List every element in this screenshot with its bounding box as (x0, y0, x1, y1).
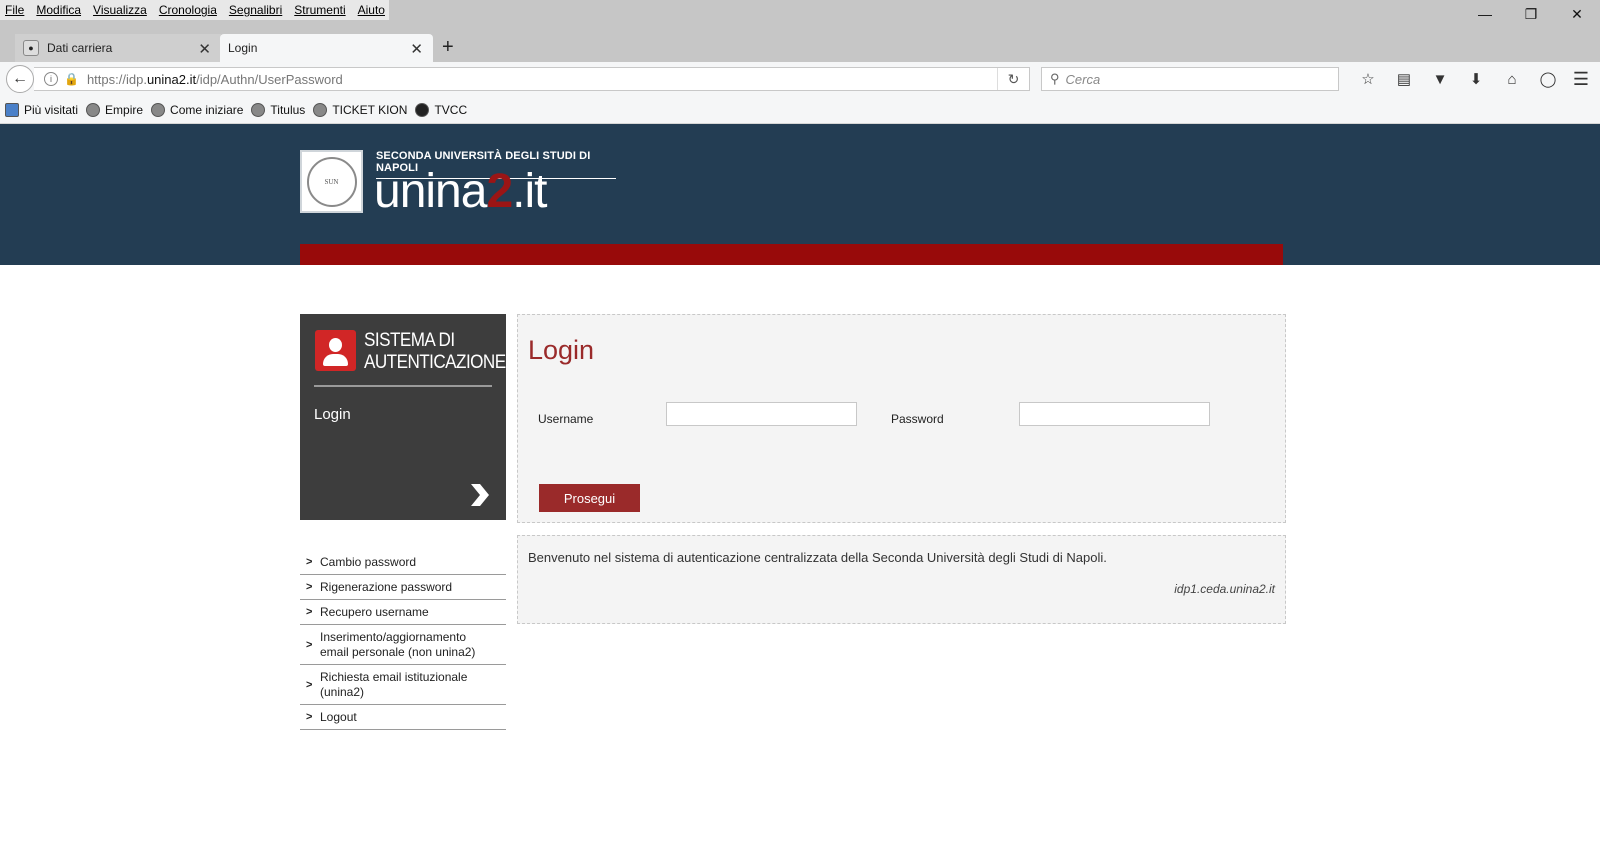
username-label: Username (538, 412, 594, 426)
restore-icon[interactable]: ❐ (1508, 0, 1554, 28)
user-icon (315, 330, 356, 371)
login-title: Login (528, 335, 595, 365)
bookmark-titulus[interactable]: Titulus (251, 102, 305, 117)
new-tab-icon[interactable]: + (442, 36, 454, 59)
menu-visualizza[interactable]: Visualizza (93, 3, 147, 17)
globe-icon: ● (23, 40, 39, 56)
chevron-right-icon: > (306, 638, 313, 651)
menu-hamburger-icon[interactable]: ☰ (1570, 68, 1592, 90)
divider (314, 385, 492, 387)
link-logout[interactable]: > Logout (300, 705, 506, 730)
chevron-right-icon: > (306, 606, 313, 618)
tab-label: Dati carriera (47, 41, 113, 55)
bookmark-empire[interactable]: Empire (86, 102, 143, 117)
link-email-istituzionale[interactable]: > Richiesta email istituzionale (unina2) (300, 665, 506, 705)
download-icon[interactable]: ⬇ (1458, 68, 1494, 90)
chevron-right-icon (468, 482, 492, 513)
bookmark-come-iniziare[interactable]: Come iniziare (151, 102, 243, 117)
sidebar-current-page: Login (314, 406, 351, 423)
welcome-text: Benvenuto nel sistema di autenticazione … (528, 550, 1107, 565)
pocket-icon[interactable]: ▼ (1422, 68, 1458, 90)
sidebar-links: > Cambio password > Rigenerazione password… (300, 550, 506, 730)
link-recupero-username[interactable]: > Recupero username (300, 600, 506, 625)
bookmark-piu-visitati[interactable]: Più visitati (5, 102, 78, 117)
bookmarks-bar: Più visitati Empire Come iniziare Titulu… (0, 96, 1600, 124)
chevron-right-icon: > (306, 711, 313, 723)
search-icon: ⚲ (1050, 71, 1060, 86)
link-rigenerazione-password[interactable]: > Rigenerazione password (300, 575, 506, 600)
auth-system-title: SISTEMA DI AUTENTICAZIONE (364, 330, 506, 373)
chevron-right-icon: > (306, 581, 313, 593)
close-tab-icon[interactable]: ✕ (198, 40, 211, 58)
idp-host: idp1.ceda.unina2.it (1174, 582, 1275, 596)
globe-icon (86, 102, 101, 117)
tab-strip: ● Dati carriera ✕ Login ✕ + (0, 32, 1600, 62)
link-email-personale[interactable]: > Inserimento/aggiornamento email persona… (300, 625, 506, 665)
chevron-right-icon: > (306, 678, 313, 691)
menu-aiuto[interactable]: Aiuto (358, 3, 385, 17)
tab-login[interactable]: Login ✕ (220, 34, 433, 62)
url-text: https://idp.unina2.it/idp/Authn/UserPass… (86, 71, 343, 87)
link-cambio-password[interactable]: > Cambio password (300, 550, 506, 575)
chat-icon[interactable]: ◯ (1530, 68, 1566, 90)
welcome-box: Benvenuto nel sistema di autenticazione … (517, 535, 1286, 624)
back-arrow-icon[interactable]: ← (6, 65, 34, 93)
minimize-icon[interactable]: — (1462, 0, 1508, 28)
bookmark-folder-icon (5, 102, 19, 117)
camera-icon (415, 102, 430, 117)
menu-file[interactable]: File (5, 3, 24, 17)
tab-dati-carriera[interactable]: ● Dati carriera ✕ (15, 34, 221, 62)
university-seal-logo[interactable]: SUN (300, 150, 363, 213)
brand-logo-text[interactable]: unina2.it (374, 166, 548, 218)
star-icon[interactable]: ☆ (1350, 68, 1386, 90)
chevron-right-icon: > (306, 556, 313, 568)
menu-strumenti[interactable]: Strumenti (294, 3, 345, 17)
menu-segnalibri[interactable]: Segnalibri (229, 3, 282, 17)
header-accent-bar (300, 244, 1283, 265)
password-input[interactable] (1019, 402, 1210, 426)
prosegui-button[interactable]: Prosegui (539, 484, 640, 512)
home-icon[interactable]: ⌂ (1494, 68, 1530, 90)
window-controls: — ❐ ✕ (1462, 0, 1600, 28)
nav-bar: ← i 🔒 https://idp.unina2.it/idp/Authn/Us… (0, 62, 1600, 96)
globe-icon (251, 102, 266, 117)
lock-icon[interactable]: 🔒 (64, 72, 79, 86)
menu-cronologia[interactable]: Cronologia (159, 3, 217, 17)
auth-system-panel: SISTEMA DI AUTENTICAZIONE Login (300, 314, 506, 520)
menu-bar: File Modifica Visualizza Cronologia Segn… (0, 0, 389, 20)
close-window-icon[interactable]: ✕ (1554, 0, 1600, 28)
menu-modifica[interactable]: Modifica (36, 3, 81, 17)
search-placeholder: Cerca (1065, 71, 1101, 87)
seal-ring: SUN (306, 156, 357, 207)
search-input[interactable]: ⚲ Cerca (1041, 67, 1339, 91)
tab-label: Login (228, 41, 258, 55)
globe-icon (313, 102, 328, 117)
username-input[interactable] (666, 402, 857, 426)
reading-list-icon[interactable]: ▤ (1386, 68, 1422, 90)
login-form: Login Username Password Prosegui (517, 314, 1286, 523)
url-bar[interactable]: i 🔒 https://idp.unina2.it/idp/Authn/User… (34, 67, 1030, 91)
close-tab-icon[interactable]: ✕ (410, 40, 423, 58)
bookmark-ticket-kion[interactable]: TICKET KION (313, 102, 407, 117)
globe-icon (151, 102, 166, 117)
reload-icon[interactable]: ↻ (997, 68, 1029, 90)
bookmark-tvcc[interactable]: TVCC (415, 102, 467, 117)
password-label: Password (891, 412, 944, 426)
toolbar-icons: ☆ ▤ ▼ ⬇ ⌂ ◯ (1350, 68, 1566, 90)
info-icon[interactable]: i (44, 72, 58, 86)
